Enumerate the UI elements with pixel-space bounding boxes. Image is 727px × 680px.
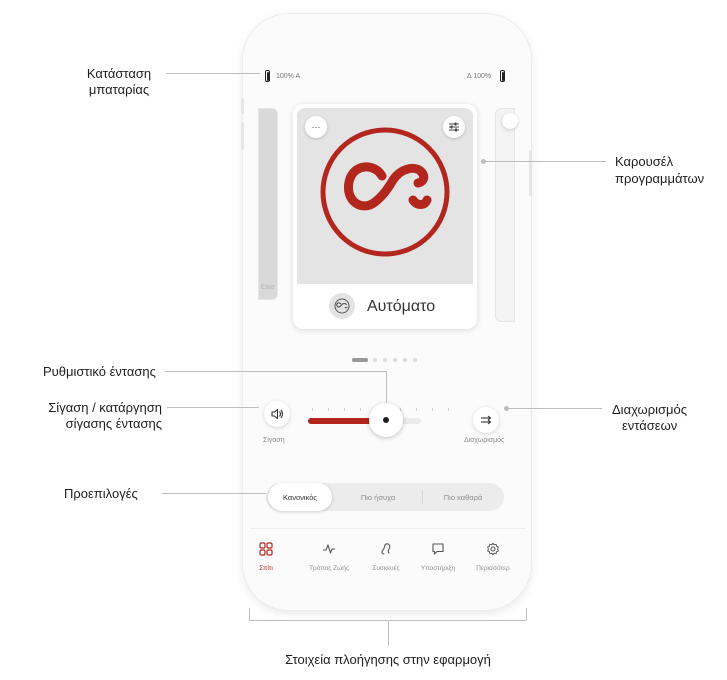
- nav-label: Περισσότερ: [476, 565, 510, 572]
- nav-label: Συσκευές: [372, 565, 400, 572]
- phone-side-button: [241, 122, 244, 150]
- hearing-aid-icon: [381, 543, 391, 555]
- slider-tick: [312, 408, 313, 411]
- nav-item-more[interactable]: Περισσότερ: [466, 542, 520, 572]
- split-volume-button[interactable]: [473, 407, 499, 433]
- left-battery-icon: [265, 70, 270, 82]
- preset-clearer[interactable]: Πιο καθαρά: [424, 483, 502, 511]
- pulse-icon: [323, 544, 335, 554]
- nav-label: Σπίτι: [259, 565, 273, 572]
- sliders-icon: [449, 122, 459, 132]
- slider-tick: [448, 408, 449, 411]
- slider-tick: [432, 408, 433, 411]
- preset-normal[interactable]: Κανονικός: [268, 483, 332, 511]
- annotation-split-line1: Διαχωρισμός: [612, 402, 688, 417]
- side-card-label: Επισ: [261, 285, 275, 291]
- annotation-split-line2: εντάσεων: [622, 418, 678, 433]
- annotation-battery-line2: μπαταρίας: [88, 82, 150, 97]
- annotation-nav-leader: [388, 620, 389, 646]
- nav-label: Υποστήριξη: [420, 565, 456, 572]
- annotation-battery-leader: [166, 73, 260, 74]
- slider-tick: [344, 408, 345, 411]
- annotation-presets-leader: [162, 493, 266, 494]
- annotation-volume-slider-leader-vertical: [386, 371, 387, 403]
- slider-tick: [416, 408, 417, 411]
- preset-divider: [422, 490, 423, 504]
- pagination-dot[interactable]: [373, 358, 377, 362]
- preset-quieter[interactable]: Πιο ήσυχα: [336, 483, 420, 511]
- speaker-icon: [271, 408, 284, 420]
- mute-label: Σίγαση: [263, 437, 285, 444]
- pagination-dot[interactable]: [413, 358, 417, 362]
- program-card[interactable]: ··· Αυτόματο: [293, 104, 477, 329]
- annotation-battery-line1: Κατάσταση: [86, 66, 152, 81]
- pagination-dot[interactable]: [393, 358, 397, 362]
- annotation-carousel-leader: [485, 161, 606, 162]
- phone-side-button: [241, 98, 244, 114]
- carousel-previous-card[interactable]: Επισ: [258, 108, 278, 300]
- right-battery-icon: [500, 70, 505, 82]
- chat-icon: [432, 543, 444, 555]
- annotation-volume-slider: Ρυθμιστικό έντασης: [43, 364, 156, 379]
- annotation-presets: Προεπιλογές: [64, 486, 138, 501]
- nav-item-devices[interactable]: Συσκευές: [359, 542, 413, 572]
- annotation-volume-slider-leader: [165, 371, 386, 372]
- nav-item-lifestyle[interactable]: Τρόπος Ζωής: [302, 542, 356, 572]
- nav-label: Τρόπος Ζωής: [309, 565, 349, 572]
- slider-tick: [328, 408, 329, 411]
- nav-item-support[interactable]: Υποστήριξη: [411, 542, 465, 572]
- more-options-button[interactable]: ···: [305, 116, 327, 138]
- preset-selector[interactable]: Κανονικός Πιο ήσυχα Πιο καθαρά: [266, 483, 504, 511]
- preset-label: Πιο καθαρά: [443, 492, 483, 502]
- pagination-dot[interactable]: [383, 358, 387, 362]
- pagination-dot[interactable]: [403, 358, 407, 362]
- mute-button[interactable]: [264, 401, 290, 427]
- right-battery-status: Δ 100%: [467, 73, 492, 80]
- split-volume-label: Διαχωρισμός: [464, 437, 505, 444]
- preset-label: Κανονικός: [282, 492, 318, 502]
- annotation-mute-line2: σίγασης έντασης: [65, 416, 162, 431]
- program-name: Αυτόματο: [367, 298, 436, 315]
- annotation-navigation: Στοιχεία πλοήγησης στην εφαρμογή: [285, 652, 491, 667]
- more-options-glyph: ···: [311, 122, 321, 132]
- annotation-mute-leader: [167, 407, 259, 408]
- annotation-carousel-line1: Καρουσέλ: [615, 154, 674, 169]
- next-card-button: [502, 113, 518, 129]
- annotation-nav-bracket-right: [526, 608, 527, 620]
- slider-tick: [360, 408, 361, 411]
- annotation-split-leader: [508, 408, 602, 409]
- preset-label: Πιο ήσυχα: [360, 492, 396, 502]
- nav-item-home[interactable]: Σπίτι: [239, 542, 293, 572]
- grid-icon: [259, 542, 273, 556]
- left-battery-status: 100% A: [276, 73, 301, 80]
- annotation-mute-line1: Σίγαση / κατάργηση: [48, 400, 162, 415]
- program-settings-button[interactable]: [443, 116, 465, 138]
- nav-divider: [250, 528, 526, 529]
- carousel-next-card[interactable]: [495, 108, 518, 322]
- auto-program-small-icon: [334, 298, 350, 314]
- annotation-nav-bracket-left: [249, 608, 250, 620]
- annotation-carousel-line2: προγραμμάτων: [615, 171, 705, 186]
- phone-side-button: [529, 150, 532, 196]
- pagination-dot-active[interactable]: [352, 358, 368, 362]
- split-arrows-icon: [481, 415, 492, 425]
- program-badge: [329, 293, 355, 319]
- gear-icon: [487, 542, 499, 556]
